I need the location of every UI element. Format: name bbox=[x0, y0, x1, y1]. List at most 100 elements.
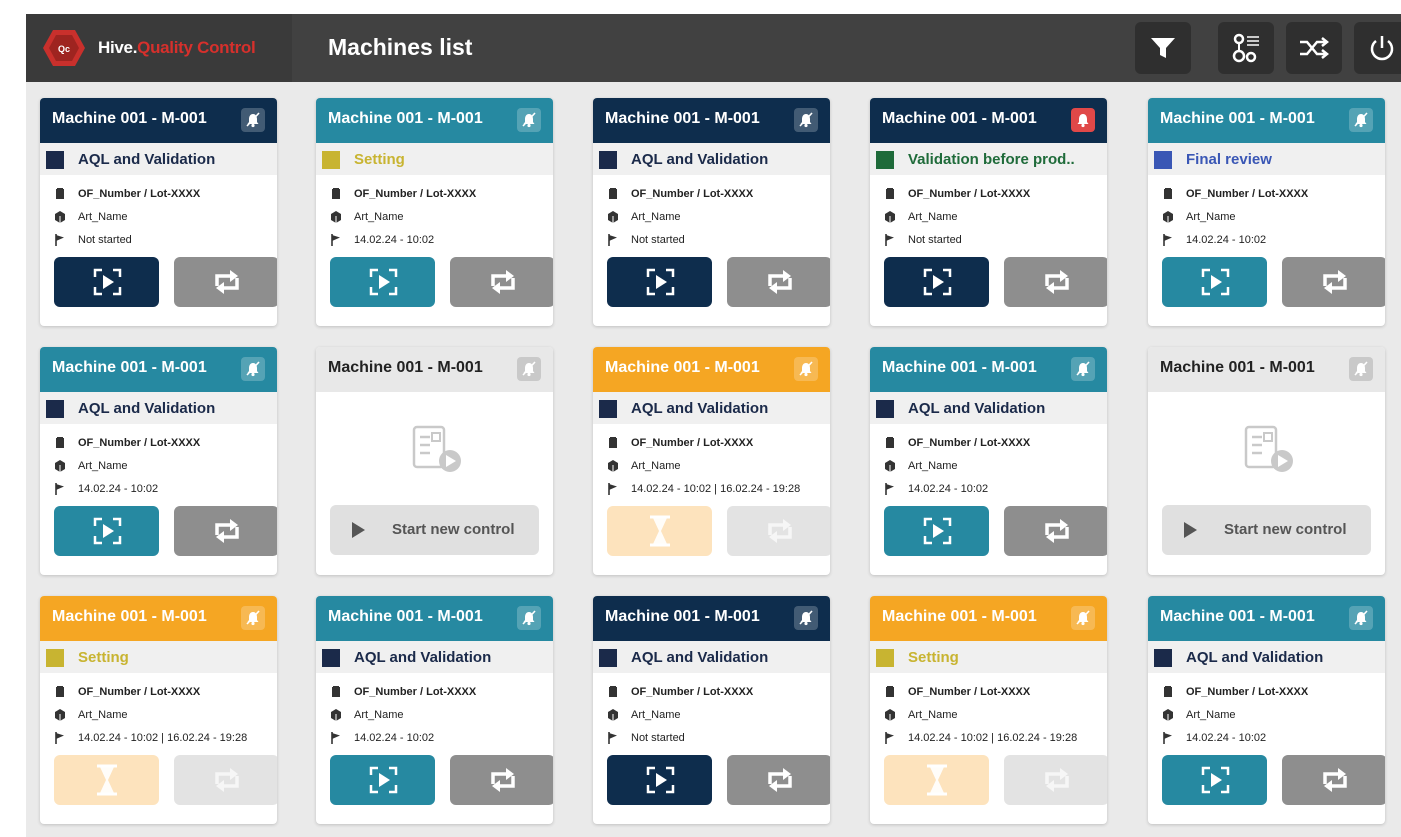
status-row: Validation before prod.. bbox=[870, 143, 1107, 175]
start-new-control-button[interactable]: Start new control bbox=[330, 505, 539, 555]
box-icon-glyph bbox=[608, 460, 618, 472]
machine-card[interactable]: Machine 001 - M-001 Final review OF_Number… bbox=[1148, 98, 1385, 326]
bell-off-icon bbox=[246, 361, 260, 377]
machine-card[interactable]: Machine 001 - M-001 AQL and Validation OF_… bbox=[870, 347, 1107, 575]
of-number: OF_Number / Lot-XXXX bbox=[1186, 686, 1309, 698]
play-frame-icon bbox=[646, 766, 674, 794]
sync-button[interactable] bbox=[727, 755, 830, 805]
sync-button[interactable] bbox=[727, 506, 830, 556]
start-new-control-button[interactable]: Start new control bbox=[1162, 505, 1371, 555]
sync-button[interactable] bbox=[1004, 506, 1107, 556]
machine-title: Machine 001 - M-001 bbox=[882, 608, 1037, 625]
brand-part-2: Quality Control bbox=[137, 38, 256, 57]
mute-bell-button[interactable] bbox=[794, 357, 818, 381]
shuffle-icon bbox=[1300, 37, 1330, 59]
sync-button[interactable] bbox=[174, 755, 277, 805]
pending-button[interactable] bbox=[54, 755, 159, 805]
play-button[interactable] bbox=[1162, 257, 1267, 307]
sync-button[interactable] bbox=[1282, 257, 1385, 307]
date-info-row: Not started bbox=[884, 234, 962, 246]
status-swatch bbox=[1154, 151, 1172, 169]
mute-bell-button[interactable] bbox=[1349, 606, 1373, 630]
box-icon bbox=[1162, 211, 1174, 223]
sync-button[interactable] bbox=[450, 257, 553, 307]
mute-bell-button[interactable] bbox=[794, 108, 818, 132]
flag-icon bbox=[54, 234, 66, 246]
mute-bell-button[interactable] bbox=[1071, 357, 1095, 381]
filter-button[interactable] bbox=[1135, 22, 1191, 74]
machine-card[interactable]: Machine 001 - M-001 Validation before pro… bbox=[870, 98, 1107, 326]
play-frame-icon bbox=[93, 517, 121, 545]
empty-list-icon bbox=[1244, 425, 1296, 480]
list-play-icon bbox=[412, 425, 461, 472]
sync-button[interactable] bbox=[1282, 755, 1385, 805]
date-info: 14.02.24 - 10:02 bbox=[908, 483, 989, 495]
of-number-row: OF_Number / Lot-XXXX bbox=[607, 686, 753, 698]
of-number: OF_Number / Lot-XXXX bbox=[631, 437, 754, 449]
machine-card[interactable]: Machine 001 - M-001 AQL and Validation OF_… bbox=[316, 596, 553, 824]
play-button[interactable] bbox=[330, 257, 435, 307]
machine-card[interactable]: Machine 001 - M-001 AQL and Validation OF_… bbox=[40, 347, 277, 575]
play-button[interactable] bbox=[884, 257, 989, 307]
machine-card[interactable]: Machine 001 - M-001 AQL and Validation OF_… bbox=[593, 596, 830, 824]
mute-bell-button[interactable] bbox=[517, 606, 541, 630]
sync-button[interactable] bbox=[1004, 257, 1107, 307]
machine-card[interactable]: Machine 001 - M-001 Start new control bbox=[316, 347, 553, 575]
play-button[interactable] bbox=[54, 506, 159, 556]
sync-icon bbox=[490, 270, 515, 294]
box-icon bbox=[54, 709, 66, 721]
power-button[interactable] bbox=[1354, 22, 1401, 74]
play-button[interactable] bbox=[607, 755, 712, 805]
date-info: Not started bbox=[631, 732, 685, 744]
article-name-row: Art_Name bbox=[54, 460, 128, 472]
machine-card[interactable]: Machine 001 - M-001 AQL and Validation OF_… bbox=[1148, 596, 1385, 824]
shuffle-button[interactable] bbox=[1286, 22, 1342, 74]
article-name: Art_Name bbox=[908, 460, 958, 472]
of-number-row: OF_Number / Lot-XXXX bbox=[607, 437, 753, 449]
card-header: Machine 001 - M-001 bbox=[40, 98, 277, 143]
date-info-row: 14.02.24 - 10:02 bbox=[330, 732, 434, 744]
brand-area[interactable]: Qc Hive.Quality Control bbox=[26, 14, 292, 82]
date-info-row: Not started bbox=[607, 732, 685, 744]
of-number-row: OF_Number / Lot-XXXX bbox=[607, 188, 753, 200]
mute-bell-button[interactable] bbox=[1349, 357, 1373, 381]
mute-bell-button[interactable] bbox=[517, 357, 541, 381]
play-button[interactable] bbox=[884, 506, 989, 556]
mute-bell-button[interactable] bbox=[1349, 108, 1373, 132]
mute-bell-button[interactable] bbox=[241, 606, 265, 630]
status-swatch bbox=[46, 151, 64, 169]
play-button[interactable] bbox=[330, 755, 435, 805]
machine-card[interactable]: Machine 001 - M-001 AQL and Validation OF_… bbox=[593, 98, 830, 326]
document-icon-glyph bbox=[56, 437, 64, 448]
box-icon-glyph bbox=[55, 460, 65, 472]
machine-card[interactable]: Machine 001 - M-001 Setting OF_Number / Lo… bbox=[40, 596, 277, 824]
mute-bell-button[interactable] bbox=[241, 357, 265, 381]
settings-button[interactable] bbox=[1218, 22, 1274, 74]
card-header: Machine 001 - M-001 bbox=[870, 596, 1107, 641]
play-button[interactable] bbox=[54, 257, 159, 307]
sync-button[interactable] bbox=[727, 257, 830, 307]
status-row: Setting bbox=[316, 143, 553, 175]
mute-bell-button[interactable] bbox=[241, 108, 265, 132]
machine-card[interactable]: Machine 001 - M-001 Setting OF_Number / Lo… bbox=[870, 596, 1107, 824]
pending-button[interactable] bbox=[607, 506, 712, 556]
machine-card[interactable]: Machine 001 - M-001 AQL and Validation OF_… bbox=[593, 347, 830, 575]
sync-button[interactable] bbox=[1004, 755, 1107, 805]
box-icon bbox=[884, 709, 896, 721]
pending-button[interactable] bbox=[884, 755, 989, 805]
sync-button[interactable] bbox=[174, 257, 277, 307]
mute-bell-button[interactable] bbox=[1071, 606, 1095, 630]
machine-title: Machine 001 - M-001 bbox=[605, 608, 760, 625]
alert-bell-button[interactable] bbox=[1071, 108, 1095, 132]
mute-bell-button[interactable] bbox=[517, 108, 541, 132]
machine-card[interactable]: Machine 001 - M-001 Start new control bbox=[1148, 347, 1385, 575]
machine-card[interactable]: Machine 001 - M-001 AQL and Validation OF_… bbox=[40, 98, 277, 326]
mute-bell-button[interactable] bbox=[794, 606, 818, 630]
date-info: 14.02.24 - 10:02 | 16.02.24 - 19:28 bbox=[631, 483, 801, 495]
play-button[interactable] bbox=[607, 257, 712, 307]
sync-button[interactable] bbox=[450, 755, 553, 805]
sync-icon bbox=[767, 768, 792, 792]
machine-card[interactable]: Machine 001 - M-001 Setting OF_Number / Lo… bbox=[316, 98, 553, 326]
sync-button[interactable] bbox=[174, 506, 277, 556]
play-button[interactable] bbox=[1162, 755, 1267, 805]
